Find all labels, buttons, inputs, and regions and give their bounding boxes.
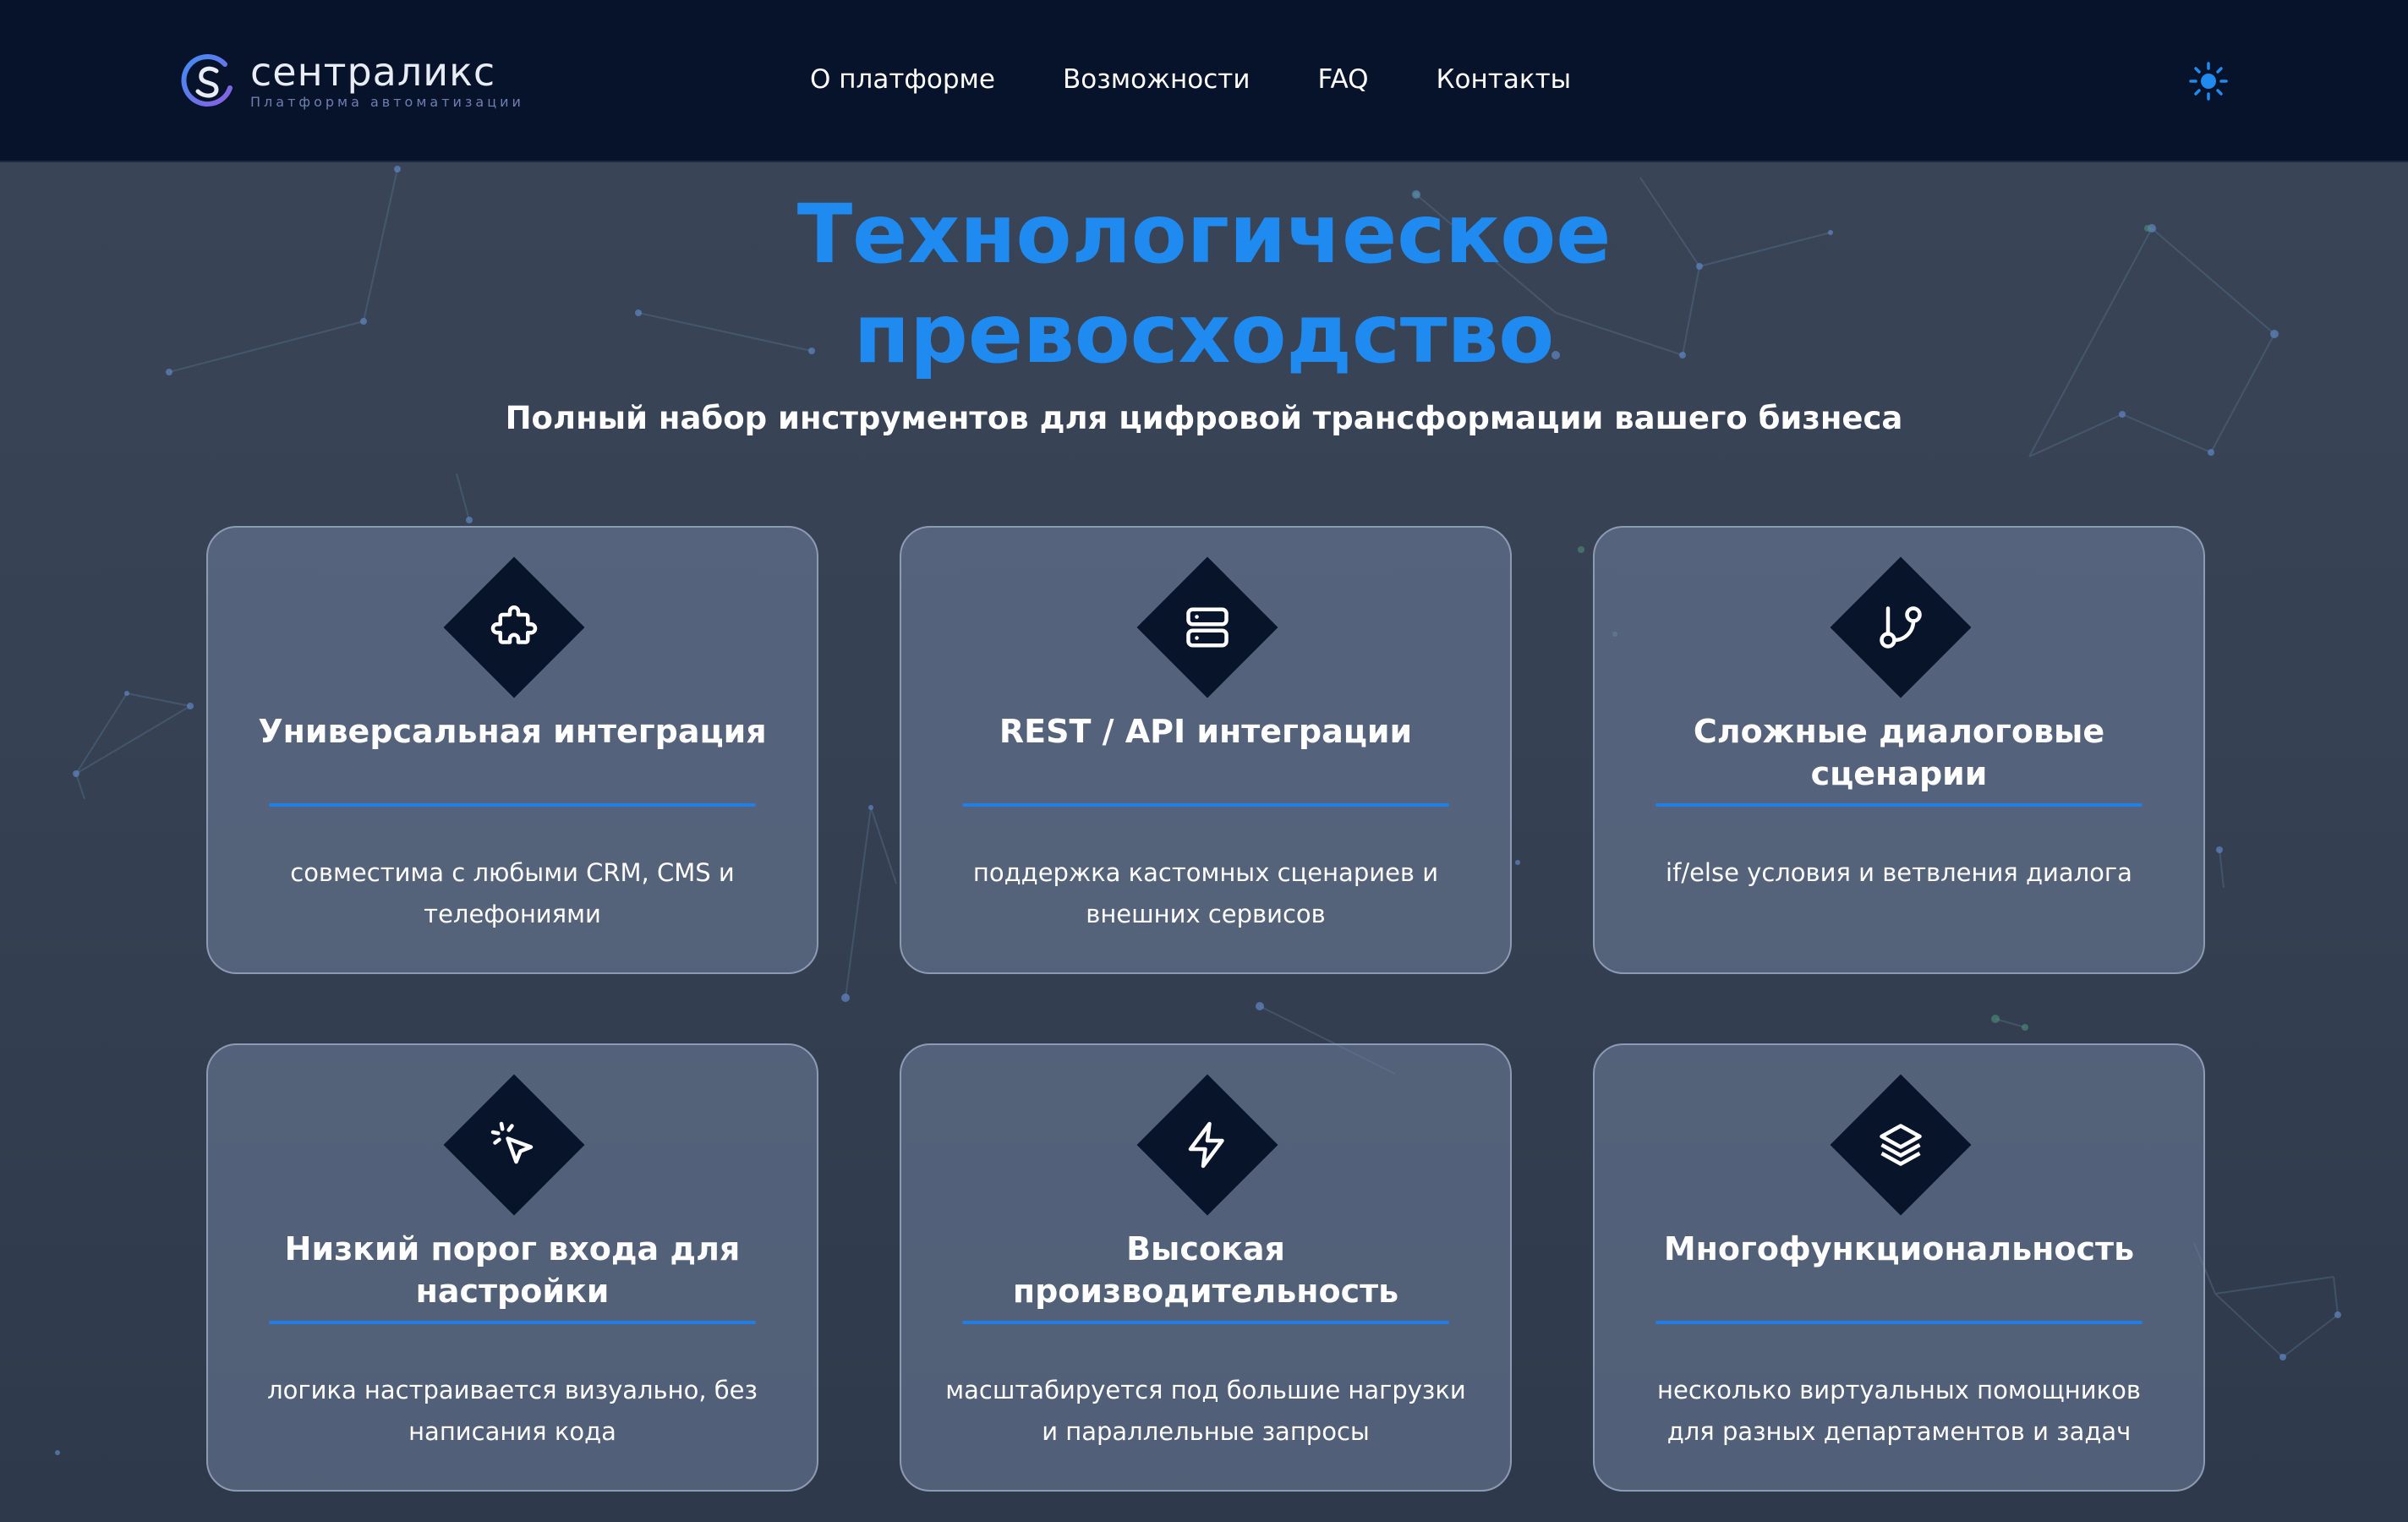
card-title: Универсальная интеграция <box>258 713 767 750</box>
feature-card-multifunctionality[interactable]: Многофункциональность несколько виртуаль… <box>1593 1043 2205 1492</box>
card-description: поддержка кастомных сценариев и внешних … <box>972 858 1439 928</box>
card-divider <box>962 803 1449 807</box>
card-title: Низкий порог входа для настройки <box>284 1230 741 1310</box>
nav-item-contacts[interactable]: Контакты <box>1437 56 1572 103</box>
brand-name: сентраликс <box>250 49 496 95</box>
nav-item-about[interactable]: О платформе <box>810 56 995 103</box>
page-title-line2: превосходство <box>853 287 1555 381</box>
card-title: Сложные диалоговые сценарии <box>1693 713 2105 792</box>
nav-item-faq[interactable]: FAQ <box>1317 56 1368 103</box>
main-nav: О платформе Возможности FAQ Контакты <box>810 56 1639 103</box>
card-title: Высокая производительность <box>1012 1230 1399 1310</box>
card-icon-tile <box>443 1074 585 1216</box>
layers-icon <box>1880 1124 1922 1166</box>
nav-item-features[interactable]: Возможности <box>1063 56 1250 103</box>
feature-card-performance[interactable]: Высокая производительность масштабируетс… <box>900 1043 1512 1492</box>
feature-card-low-threshold[interactable]: Низкий порог входа для настройки логика … <box>206 1043 818 1492</box>
card-icon-tile <box>1136 1074 1278 1216</box>
feature-card-dialog-scenarios[interactable]: Сложные диалоговые сценарии if/else усло… <box>1593 526 2205 974</box>
card-divider <box>1656 1321 2143 1324</box>
card-title: Многофункциональность <box>1663 1230 2135 1267</box>
page-title-line1: Технологическое <box>796 187 1612 282</box>
card-description: совместима с любыми CRM, CMS и телефония… <box>290 858 735 928</box>
site-header: сентраликс Платформа автоматизации О пла… <box>0 0 2408 162</box>
card-icon-tile <box>443 556 585 698</box>
card-icon-tile <box>1830 556 1972 698</box>
brand-mark-icon <box>181 54 233 107</box>
cursor-click-icon <box>490 1121 534 1164</box>
card-description: логика настраивается визуально, без напи… <box>267 1376 758 1446</box>
card-description: несколько виртуальных помощников для раз… <box>1657 1376 2141 1446</box>
card-divider <box>269 803 756 807</box>
card-description: if/else условия и ветвления диалога <box>1666 858 2132 887</box>
brand-logo[interactable]: сентраликс Платформа автоматизации <box>178 47 524 115</box>
card-icon-tile <box>1136 556 1278 698</box>
feature-card-rest-api[interactable]: REST / API интеграции поддержка кастомны… <box>900 526 1512 974</box>
card-divider <box>962 1321 1449 1324</box>
server-icon <box>1186 607 1229 648</box>
puzzle-icon <box>490 605 538 644</box>
feature-card-integration[interactable]: Универсальная интеграция совместима с лю… <box>206 526 818 974</box>
card-description: масштабируется под большие нагрузки и па… <box>945 1376 1466 1446</box>
card-icon-tile <box>1830 1074 1972 1216</box>
git-branch-icon <box>1880 606 1922 649</box>
card-divider <box>1656 803 2143 807</box>
card-divider <box>269 1321 756 1324</box>
lightning-icon <box>1188 1121 1224 1169</box>
page-title: Технологическое превосходство <box>0 184 2408 384</box>
brand-tagline: Платформа автоматизации <box>250 94 524 110</box>
sun-icon[interactable] <box>2188 61 2229 101</box>
page-subtitle: Полный набор инструментов для цифровой т… <box>505 400 1903 436</box>
card-title: REST / API интеграции <box>999 713 1413 750</box>
